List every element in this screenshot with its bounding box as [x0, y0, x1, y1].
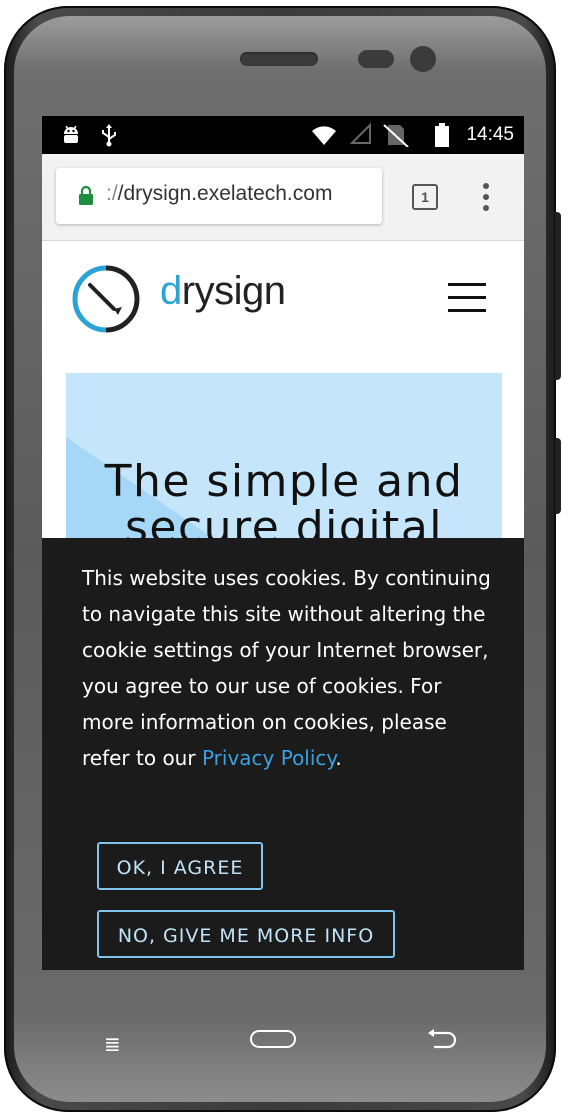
- logo-text[interactable]: drysign: [160, 269, 286, 314]
- signal-icon: [350, 123, 371, 144]
- cookie-banner: This website uses cookies. By continuing…: [42, 538, 524, 970]
- more-info-button[interactable]: NO, GIVE ME MORE INFO: [97, 910, 395, 958]
- url-text: ://drysign.exelatech.com: [106, 182, 332, 206]
- android-icon: [64, 125, 78, 143]
- cookie-message: This website uses cookies. By continuing…: [82, 560, 492, 776]
- overflow-menu-icon[interactable]: [482, 182, 490, 212]
- logo-text-accent: d: [160, 269, 182, 313]
- earpiece-speaker: [240, 52, 318, 66]
- cookie-message-end: .: [335, 746, 342, 770]
- logo-text-main: rysign: [181, 269, 286, 313]
- home-icon[interactable]: [250, 1030, 296, 1048]
- tabs-icon[interactable]: 1: [412, 184, 438, 210]
- hero-banner: The simple and secure digital: [66, 373, 502, 543]
- battery-icon: [435, 123, 449, 147]
- url-host: /drysign.exelatech.com: [117, 182, 333, 205]
- clock: 14:45: [466, 124, 514, 145]
- no-sim-icon: [383, 124, 409, 147]
- proximity-sensor: [358, 50, 394, 68]
- wifi-icon: [312, 126, 336, 145]
- lock-icon: [79, 186, 93, 205]
- screen: 14:45 ://drysign.exelatech.com 1 drysign…: [42, 116, 524, 970]
- back-icon[interactable]: [426, 1028, 458, 1050]
- hamburger-menu-icon[interactable]: [448, 281, 486, 315]
- privacy-policy-link[interactable]: Privacy Policy: [202, 746, 335, 770]
- front-camera: [410, 46, 436, 72]
- url-bar[interactable]: ://drysign.exelatech.com: [56, 168, 382, 224]
- power-button[interactable]: [555, 438, 561, 514]
- menu-icon[interactable]: ≣: [104, 1032, 121, 1056]
- device-nav-bar: ≣: [42, 990, 524, 1090]
- cookie-message-text: This website uses cookies. By continuing…: [82, 566, 491, 770]
- browser-toolbar: ://drysign.exelatech.com 1: [42, 154, 524, 241]
- usb-icon: [102, 124, 116, 147]
- url-prefix: :/: [106, 182, 118, 205]
- agree-button[interactable]: OK, I AGREE: [97, 842, 263, 890]
- status-bar: 14:45: [42, 116, 524, 154]
- drysign-logo-icon[interactable]: [72, 265, 140, 333]
- hero-title: The simple and secure digital: [104, 456, 464, 544]
- volume-button[interactable]: [555, 212, 561, 380]
- site-header: drysign: [42, 241, 524, 357]
